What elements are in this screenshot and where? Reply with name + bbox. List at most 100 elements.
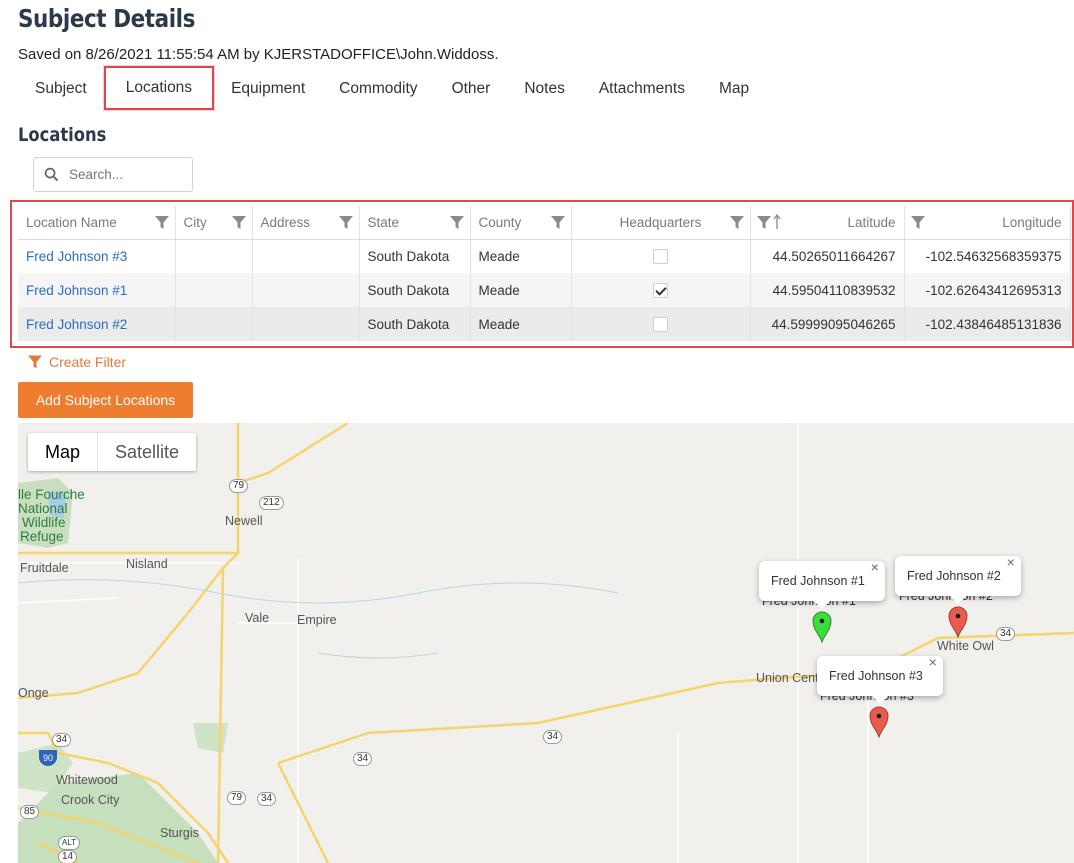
page-title: Subject Details (18, 4, 195, 33)
close-icon[interactable]: × (871, 547, 879, 587)
column-header[interactable]: Address (252, 206, 360, 240)
info-window: Fred Johnson #2 × (895, 554, 1021, 604)
tab-subject[interactable]: Subject (18, 72, 104, 106)
place-label: Newell (225, 514, 263, 528)
table-row[interactable]: Fred Johnson #1 South Dakota Meade 44.59… (18, 273, 1071, 307)
filter-icon (28, 355, 42, 369)
locations-table: Location Name City Address State County … (18, 206, 1071, 341)
locations-heading: Locations (18, 124, 107, 146)
filter-icon[interactable] (449, 216, 464, 229)
tab-commodity[interactable]: Commodity (322, 72, 434, 106)
tab-other[interactable]: Other (435, 72, 508, 106)
headquarters-cell (571, 239, 751, 273)
place-label: White Owl (937, 639, 994, 653)
headquarters-checkbox[interactable] (653, 316, 668, 332)
column-header[interactable]: Headquarters (571, 206, 751, 240)
city-cell (175, 273, 253, 307)
state-cell: South Dakota (359, 239, 471, 273)
tab-equipment[interactable]: Equipment (214, 72, 322, 106)
map-type-map-button[interactable]: Map (28, 433, 99, 471)
column-header[interactable]: Latitude (750, 206, 905, 240)
tab-notes[interactable]: Notes (507, 72, 582, 106)
place-label: Sturgis (160, 826, 199, 840)
filter-icon[interactable] (729, 216, 744, 229)
location-name-link[interactable]: Fred Johnson #1 (18, 273, 176, 307)
table-row[interactable]: Fred Johnson #2 South Dakota Meade 44.59… (18, 307, 1071, 341)
county-cell: Meade (470, 307, 572, 341)
column-header[interactable]: County (470, 206, 572, 240)
add-subject-locations-button[interactable]: Add Subject Locations (18, 382, 193, 418)
filter-icon[interactable] (338, 216, 353, 229)
city-cell (175, 239, 253, 273)
column-header[interactable]: Longitude (904, 206, 1071, 240)
sort-ascending-icon (772, 214, 781, 229)
map-marker-hq-icon[interactable] (812, 611, 832, 643)
filter-icon[interactable] (910, 216, 925, 229)
headquarters-cell (571, 273, 751, 307)
route-shield: 14 (58, 850, 78, 863)
route-shield: 34 (353, 752, 373, 766)
longitude-cell: -102.62643412695313 (904, 273, 1071, 307)
headquarters-checkbox[interactable] (653, 249, 668, 265)
route-shield: 212 (259, 496, 284, 510)
filter-icon[interactable] (756, 216, 771, 229)
route-shield: 79 (227, 791, 247, 805)
state-cell: South Dakota (359, 307, 471, 341)
search-input[interactable] (69, 167, 179, 182)
map-marker-icon[interactable] (869, 706, 889, 738)
filter-icon[interactable] (550, 216, 565, 229)
longitude-cell: -102.54632568359375 (904, 239, 1071, 273)
latitude-cell: 44.50265011664267 (750, 239, 905, 273)
tab-attachments[interactable]: Attachments (582, 72, 702, 106)
place-label: Empire (297, 613, 337, 627)
place-label: Crook City (61, 793, 120, 807)
address-cell (252, 273, 360, 307)
county-cell: Meade (470, 239, 572, 273)
column-header[interactable]: State (359, 206, 471, 240)
place-label: Fruitdale (20, 561, 69, 575)
route-shield: 34 (543, 730, 563, 744)
longitude-cell: -102.43846485131836 (904, 307, 1071, 341)
address-cell (252, 239, 360, 273)
close-icon[interactable]: × (1007, 542, 1015, 582)
filter-icon[interactable] (154, 216, 169, 229)
county-cell: Meade (470, 273, 572, 307)
place-label: Union Cente (756, 671, 826, 685)
place-label: Onge (18, 686, 49, 700)
info-window: Fred Johnson #1 × (759, 559, 885, 609)
map-marker-icon[interactable] (948, 606, 968, 638)
tab-map[interactable]: Map (702, 72, 766, 106)
info-window-label: Fred Johnson #2 (907, 569, 1001, 583)
map-type-satellite-button[interactable]: Satellite (98, 433, 196, 471)
tab-bar: Subject Locations Equipment Commodity Ot… (18, 66, 766, 110)
info-window: Fred Johnson #3 × (817, 654, 943, 704)
route-shield: 85 (20, 805, 40, 819)
route-shield: 34 (996, 627, 1016, 641)
search-box[interactable] (33, 157, 193, 192)
tab-locations[interactable]: Locations (103, 66, 215, 110)
place-label: Nisland (126, 557, 168, 571)
route-shield: 34 (257, 792, 277, 806)
create-filter-link[interactable]: Create Filter (28, 354, 126, 370)
table-row[interactable]: Fred Johnson #3 South Dakota Meade 44.50… (18, 239, 1071, 273)
create-filter-label: Create Filter (49, 354, 127, 370)
state-cell: South Dakota (359, 273, 471, 307)
close-icon[interactable]: × (929, 642, 937, 682)
route-shield: ALT (58, 836, 81, 850)
headquarters-checkbox[interactable] (653, 282, 668, 298)
address-cell (252, 307, 360, 341)
map-type-control: Map Satellite (28, 433, 197, 471)
map-view[interactable]: Map Satellite lle Fourche National Wildl… (18, 423, 1074, 863)
info-window-label: Fred Johnson #3 (829, 669, 923, 683)
location-name-link[interactable]: Fred Johnson #2 (18, 307, 176, 341)
route-shield: 34 (52, 733, 72, 747)
column-header[interactable]: Location Name (18, 206, 176, 240)
place-label: Wildlife (22, 515, 66, 530)
place-label: lle Fourche (18, 487, 85, 502)
location-name-link[interactable]: Fred Johnson #3 (18, 239, 176, 273)
route-shield: 79 (229, 479, 249, 493)
column-header[interactable]: City (175, 206, 253, 240)
filter-icon[interactable] (231, 216, 246, 229)
latitude-cell: 44.59504110839532 (750, 273, 905, 307)
place-label: Whitewood (56, 773, 118, 787)
